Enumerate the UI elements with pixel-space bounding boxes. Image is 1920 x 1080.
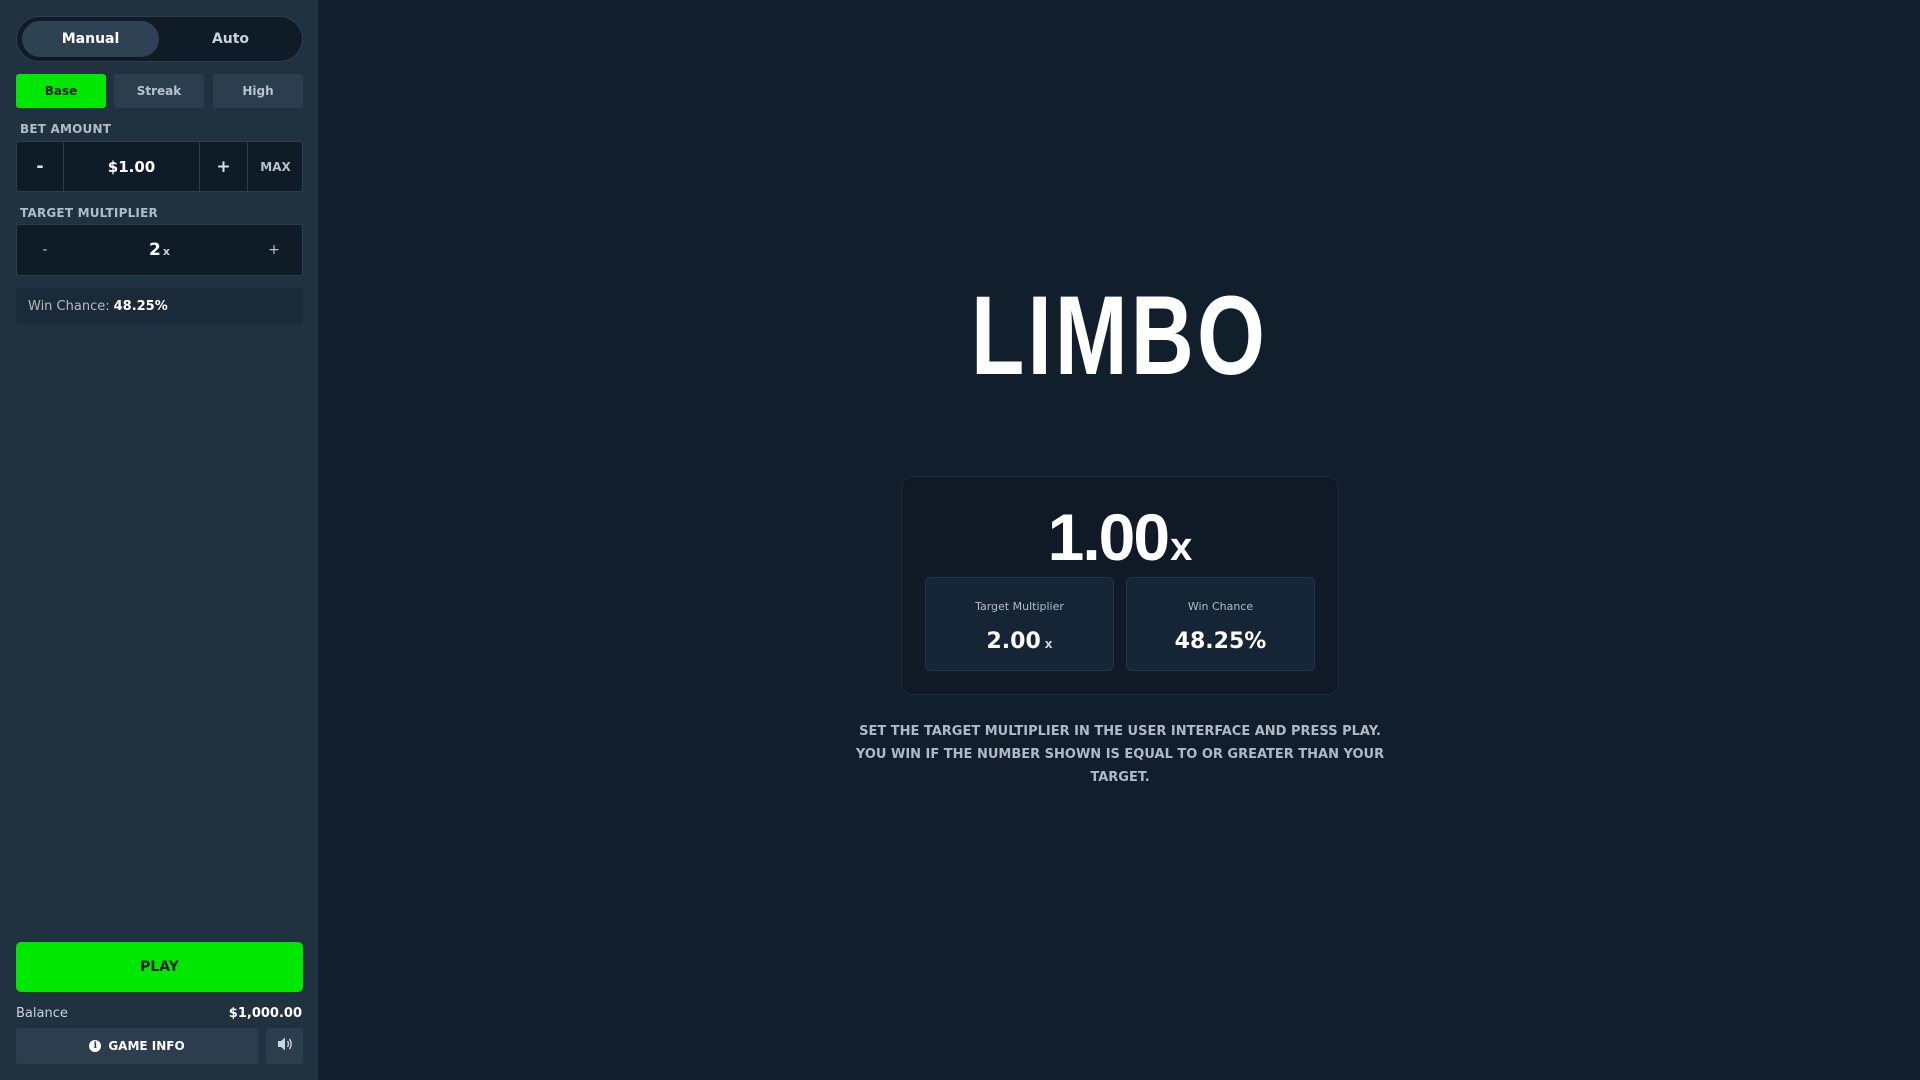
bet-sidebar: Manual Auto Base Streak High BET AMOUNT …	[0, 0, 319, 1080]
target-multiplier-input[interactable]: 2 x	[73, 225, 246, 275]
win-chance-label: Win Chance:	[28, 298, 110, 314]
balance-value: $1,000.00	[228, 1006, 302, 1021]
result-suffix: x	[1170, 525, 1193, 569]
auto-tab[interactable]: Auto	[162, 21, 299, 57]
bet-amount-label: BET AMOUNT	[20, 122, 112, 136]
win-chance-value: 48.25%	[113, 298, 168, 314]
game-info-label: GAME INFO	[108, 1039, 185, 1053]
stat-win-chance-label: Win Chance	[1187, 600, 1254, 613]
game-instructions: SET THE TARGET MULTIPLIER IN THE USER IN…	[855, 724, 1385, 785]
bet-increase-button[interactable]: +	[200, 142, 248, 191]
bet-decrease-button[interactable]: -	[17, 142, 64, 191]
stat-target-multiplier-label: Target Multiplier	[975, 600, 1064, 613]
preset-streak-button[interactable]: Streak	[114, 74, 204, 108]
manual-tab[interactable]: Manual	[22, 21, 159, 57]
preset-high-button[interactable]: High	[213, 74, 303, 108]
target-multiplier-label: TARGET MULTIPLIER	[20, 206, 158, 220]
stat-target-multiplier-value: 2.00 x	[926, 629, 1113, 654]
target-multiplier-control: - 2 x +	[16, 224, 303, 276]
win-chance-display: Win Chance: 48.25%	[16, 288, 303, 324]
info-icon: i	[89, 1040, 102, 1052]
multiplier-increase-button[interactable]: +	[246, 225, 302, 275]
stat-target-multiplier-number: 2.00	[986, 629, 1041, 654]
stat-win-chance-value: 48.25%	[1174, 629, 1267, 654]
target-multiplier-value: 2	[149, 240, 161, 260]
game-title: LIMBO	[970, 273, 1269, 398]
preset-base-button[interactable]: Base	[16, 74, 106, 108]
multiplier-suffix: x	[162, 245, 170, 258]
speaker-icon	[276, 1036, 294, 1056]
stat-target-multiplier-suffix: x	[1044, 637, 1053, 651]
result-card: 1.00x Target Multiplier 2.00 x Win Chance…	[901, 476, 1339, 695]
mode-toggle: Manual Auto	[16, 16, 303, 62]
play-button[interactable]: PLAY	[16, 942, 303, 992]
sound-toggle-button[interactable]	[266, 1028, 303, 1064]
bet-max-button[interactable]: MAX	[248, 142, 303, 191]
target-multiplier-stat: Target Multiplier 2.00 x	[925, 577, 1114, 671]
bet-amount-input[interactable]: $1.00	[64, 142, 200, 191]
bet-amount-control: - $1.00 + MAX	[16, 141, 303, 192]
game-info-button[interactable]: i GAME INFO	[16, 1028, 258, 1064]
win-chance-stat: Win Chance 48.25%	[1126, 577, 1315, 671]
result-value: 1.00	[1047, 500, 1170, 574]
multiplier-decrease-button[interactable]: -	[17, 225, 73, 275]
balance-label: Balance	[16, 1006, 68, 1021]
result-multiplier: 1.00x	[902, 499, 1338, 575]
